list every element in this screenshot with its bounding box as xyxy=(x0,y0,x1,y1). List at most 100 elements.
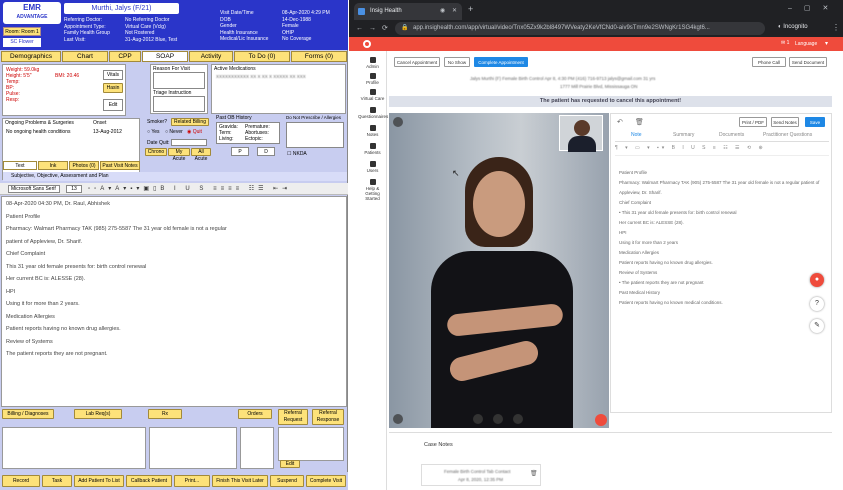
ongoing-value[interactable]: No ongoing health conditions xyxy=(6,129,71,135)
note-tab-photos[interactable]: Photos (0) xyxy=(69,161,99,170)
note-tab-past-visit[interactable]: Past Visit Notes xyxy=(100,161,140,170)
referral-box[interactable] xyxy=(278,427,344,461)
tab-todo[interactable]: To Do (0) xyxy=(234,51,290,62)
panel-tab-note[interactable]: Note xyxy=(631,132,642,138)
lab-req-button[interactable]: Lab Req(s) xyxy=(74,409,122,419)
nav-arrows-icon[interactable]: ←→⟳ xyxy=(356,24,394,32)
font-size-select[interactable]: 13 xyxy=(66,185,82,193)
case-note-card[interactable]: Female Birth Control Tab Contact Apr 8, … xyxy=(421,464,541,486)
panel-tab-summary[interactable]: Summary xyxy=(673,132,694,138)
room-button[interactable]: Room: Room 1 xyxy=(3,27,41,36)
tab-activity[interactable]: Activity xyxy=(189,51,233,62)
screen-share-icon[interactable] xyxy=(473,414,483,424)
allergies-box[interactable] xyxy=(286,122,344,148)
ob-p-button[interactable]: P xyxy=(231,147,249,156)
add-patient-list-button[interactable]: Add Patient To List xyxy=(74,475,124,487)
tab-forms[interactable]: Forms (0) xyxy=(291,51,347,62)
tab-soap[interactable]: SOAP xyxy=(142,51,188,62)
smoker-never-radio[interactable]: ○ Never xyxy=(165,129,183,135)
vitals-edit-button[interactable]: Edit xyxy=(103,99,123,111)
nkda-checkbox[interactable]: ☐ NKDA xyxy=(287,151,307,157)
print-pdf-button[interactable]: Print / PDF xyxy=(739,117,767,127)
window-controls-icon[interactable]: –▢✕ xyxy=(788,4,840,12)
tab-demographics[interactable]: Demographics xyxy=(1,51,61,62)
panel-tab-questions[interactable]: Practitioner Questions xyxy=(763,132,812,138)
sidebar-item-virtual-care[interactable]: Virtual Care xyxy=(358,89,387,101)
undo-icon[interactable]: ↶ xyxy=(617,118,623,126)
tab-cpp[interactable]: CPP xyxy=(109,51,141,62)
help-fab-icon[interactable]: ? xyxy=(810,297,824,311)
no-show-button[interactable]: No Show xyxy=(444,57,470,67)
self-view[interactable] xyxy=(559,115,603,152)
smoker-quit-radio[interactable]: ◉ Quit xyxy=(187,129,202,135)
billing-diagnoses-button[interactable]: Billing / Diagnoses xyxy=(2,409,54,419)
hasin-button[interactable]: Hasin xyxy=(103,83,123,93)
video-settings-icon[interactable] xyxy=(393,117,403,127)
rx-button[interactable]: Rx xyxy=(148,409,182,419)
suspend-button[interactable]: Suspend xyxy=(270,475,304,487)
menu-dots-icon[interactable]: ⋮ xyxy=(832,23,840,32)
incognito-badge[interactable]: ◐ Incognito xyxy=(778,24,808,30)
attach-fab-icon[interactable]: ✎ xyxy=(810,319,824,333)
cancel-appointment-button[interactable]: Cancel Appointment xyxy=(394,57,440,67)
tab-chart[interactable]: Chart xyxy=(62,51,108,62)
language-button[interactable]: Language xyxy=(795,41,817,47)
note-tab-text[interactable]: Text xyxy=(3,161,37,170)
vitals-button[interactable]: Vitals xyxy=(103,70,123,80)
font-select[interactable]: Microsoft Sans Serif xyxy=(8,185,60,193)
complete-visit-button[interactable]: Complete Visit xyxy=(306,475,346,487)
sidebar-item-admin[interactable]: Admin xyxy=(358,57,387,69)
finish-later-button[interactable]: Finish This Visit Later xyxy=(212,475,268,487)
end-call-icon[interactable] xyxy=(595,414,607,426)
browser-tab[interactable]: Insig Health ◉ ✕ xyxy=(354,3,462,20)
sidebar-item-profile[interactable]: Profile xyxy=(358,73,387,85)
camera-icon[interactable] xyxy=(513,414,523,424)
sidebar-item-patients[interactable]: Patients xyxy=(358,143,387,155)
soap-note-editor[interactable]: 08-Apr-2020 04:30 PM, Dr. Raul, Abhishek… xyxy=(1,196,347,407)
save-button[interactable]: Save xyxy=(805,117,825,127)
orders-button[interactable]: Orders xyxy=(238,409,272,419)
address-bar[interactable]: 🔒 app.insighealth.com/app/virtual/video/… xyxy=(395,22,765,35)
referral-request-button[interactable]: Referral Request xyxy=(278,409,308,425)
chat-icon[interactable] xyxy=(393,414,403,424)
microphone-icon[interactable] xyxy=(493,414,503,424)
panel-tab-documents[interactable]: Documents xyxy=(719,132,744,138)
send-notes-button[interactable]: Send Notes xyxy=(771,117,799,127)
chrono-button[interactable]: Chrono xyxy=(145,148,167,156)
task-button[interactable]: Task xyxy=(42,475,72,487)
sidebar-item-users[interactable]: Users xyxy=(358,161,387,173)
record-button[interactable]: Record xyxy=(2,475,40,487)
print-button[interactable]: Print... xyxy=(174,475,210,487)
sidebar-item-help[interactable]: Help & Getting Started xyxy=(358,179,387,201)
all-acute-button[interactable]: All Acute xyxy=(191,148,211,162)
new-tab-icon[interactable]: + xyxy=(468,4,473,14)
triage-input[interactable] xyxy=(153,96,205,112)
expand-icon[interactable]: ▾ xyxy=(825,40,828,47)
referral-response-button[interactable]: Referral Response xyxy=(312,409,344,425)
messages-icon[interactable]: ✉ 1 xyxy=(781,40,789,46)
phone-call-button[interactable]: Phone Call xyxy=(752,57,786,67)
reason-input[interactable] xyxy=(153,72,205,89)
smoker-yes-radio[interactable]: ○ Yes xyxy=(147,129,160,135)
tab-close-icon[interactable]: ✕ xyxy=(452,3,457,20)
ob-d-button[interactable]: D xyxy=(257,147,275,156)
related-billing-button[interactable]: Related Billing xyxy=(171,118,209,126)
rx-box[interactable] xyxy=(149,427,237,469)
mic-fab-icon[interactable]: ● xyxy=(810,273,824,287)
referral-edit-button[interactable]: Edit xyxy=(280,460,300,468)
callback-patient-button[interactable]: Callback Patient xyxy=(126,475,172,487)
orders-box[interactable] xyxy=(240,427,274,469)
note-tab-ink[interactable]: Ink xyxy=(38,161,68,170)
my-acute-button[interactable]: My Acute xyxy=(168,148,190,162)
panel-note-body[interactable]: Patient Profile Pharmacy: Walmart Pharma… xyxy=(611,170,831,310)
format-icons[interactable]: ▫▫A▾A▾▪▾▣▯B I U S ≡≡≡≡ ☷☰ ⇤⇥ xyxy=(88,185,291,192)
panel-toolbar[interactable]: ¶ ▾ ▭ ▾ ▪▾ B I U S ≡ ☷ ☰ ⟲ ⊕ xyxy=(615,145,766,151)
sidebar-item-notes[interactable]: Notes xyxy=(358,125,387,137)
date-quit-input[interactable] xyxy=(171,139,207,146)
complete-appointment-button[interactable]: Complete Appointment xyxy=(474,57,528,67)
sidebar-item-questionnaires[interactable]: Questionnaires xyxy=(358,107,388,119)
send-document-button[interactable]: Send Document xyxy=(789,57,827,67)
case-note-delete-icon[interactable]: 🗑 xyxy=(530,470,538,477)
trash-icon[interactable]: 🗑 xyxy=(635,118,644,126)
billing-box[interactable] xyxy=(2,427,146,469)
